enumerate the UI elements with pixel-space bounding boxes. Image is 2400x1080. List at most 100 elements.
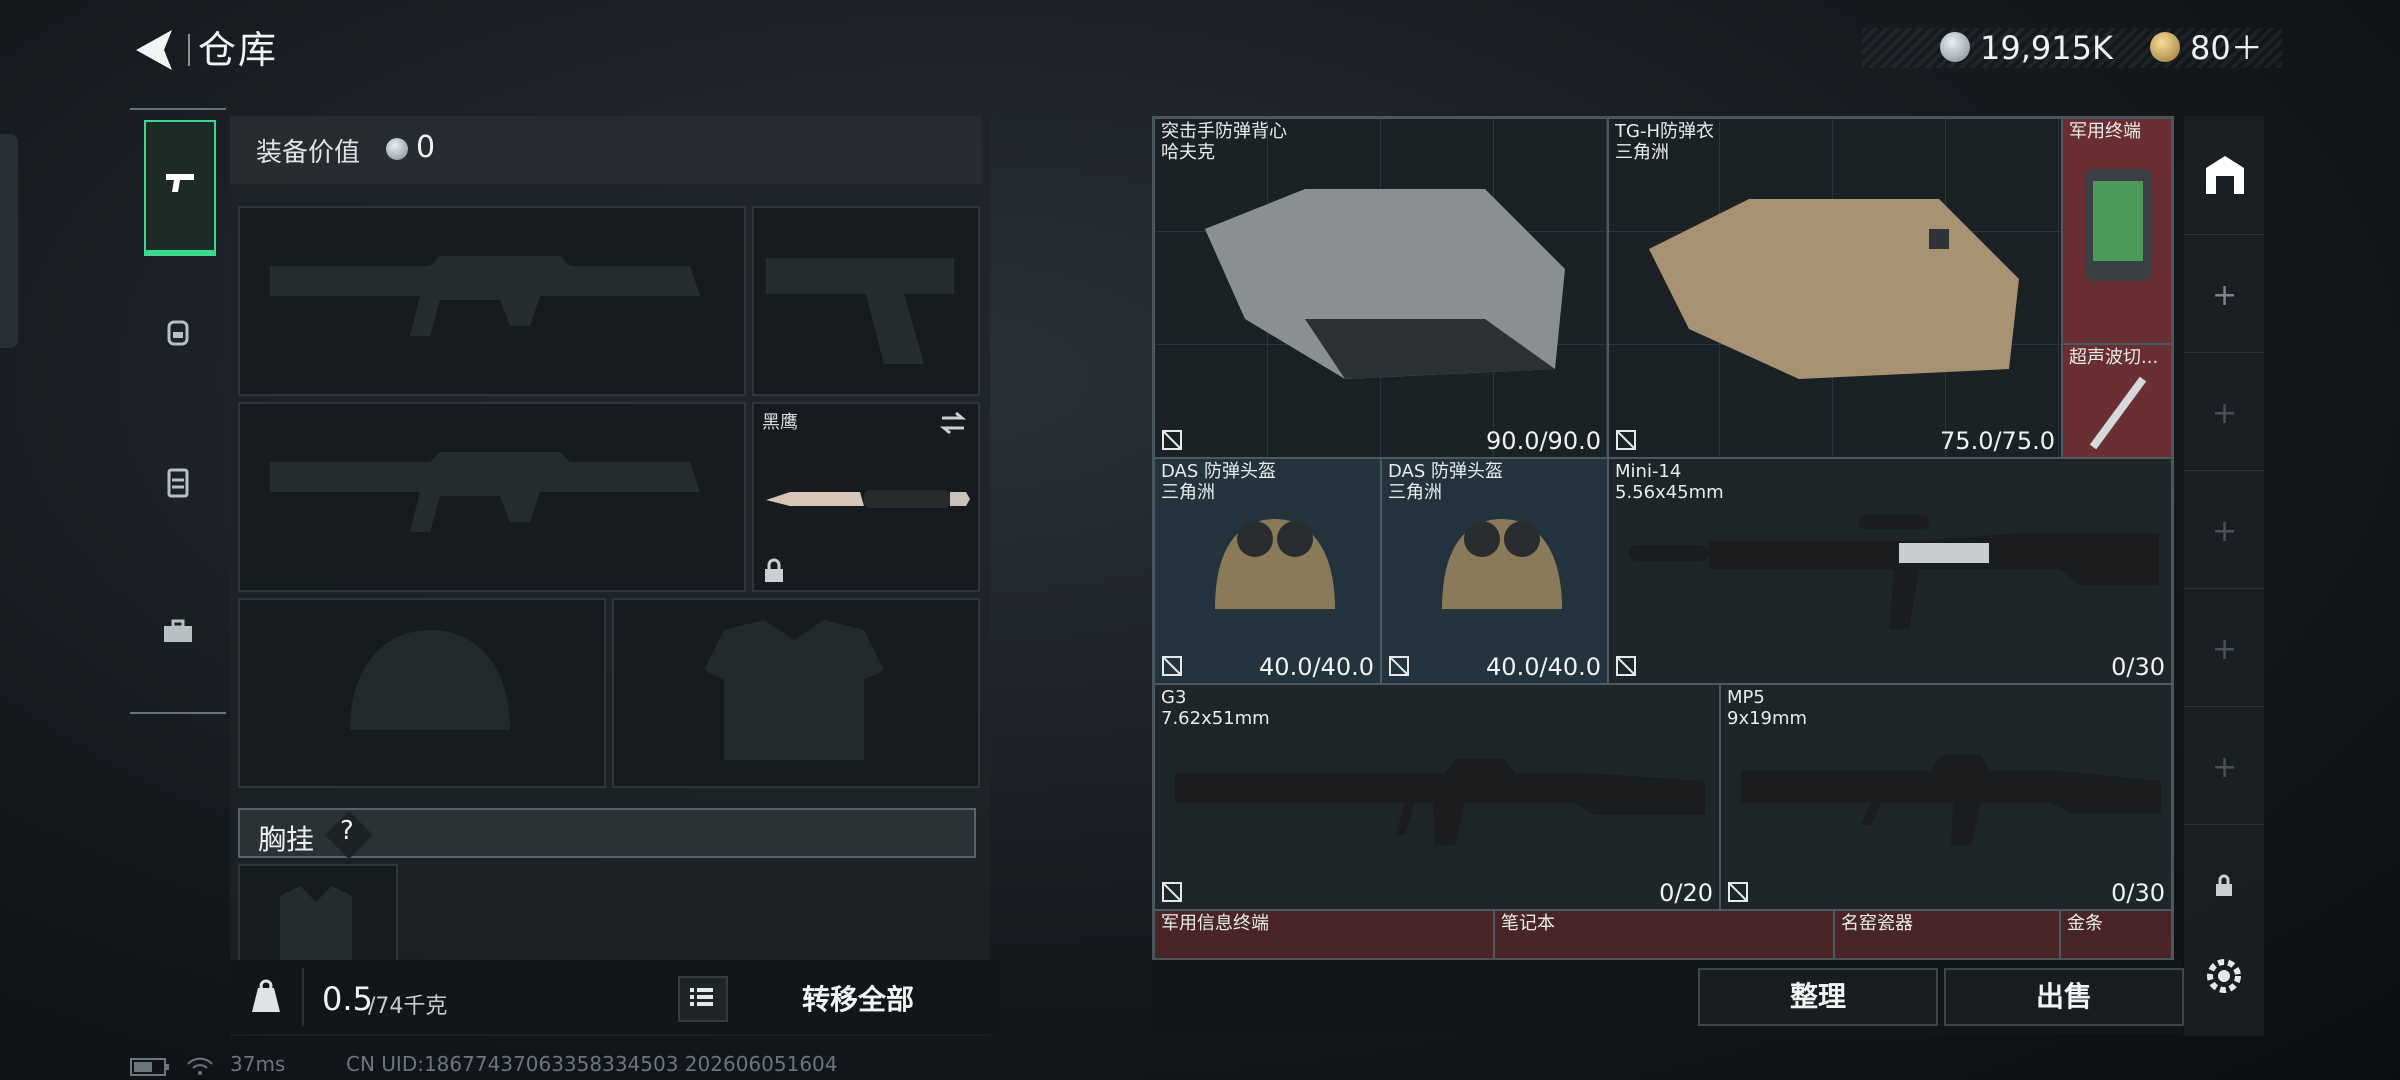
tab-weapons[interactable] — [144, 120, 216, 256]
storage-page-home[interactable] — [2184, 116, 2264, 235]
gold-amount[interactable]: 80＋ — [2190, 28, 2263, 68]
add-storage-page-button[interactable]: + — [2184, 588, 2264, 707]
storage-item-military-info-terminal[interactable]: 军用信息终端 — [1154, 910, 1494, 958]
silver-amount: 19,915K — [1980, 29, 2113, 67]
add-storage-page-button[interactable]: + — [2184, 234, 2264, 353]
plus-icon: + — [2212, 396, 2238, 431]
pistol-silhouette-icon — [766, 258, 954, 364]
organize-button[interactable]: 整理 — [1698, 968, 1938, 1026]
chest-rig-icon — [167, 468, 189, 498]
helmet-image — [1442, 519, 1562, 609]
storage-item-das-helmet[interactable]: DAS 防弹头盔 三角洲 40.0/40.0 — [1381, 458, 1608, 684]
sell-button[interactable]: 出售 — [1944, 968, 2184, 1026]
melee-slot[interactable]: 黑鹰 — [752, 402, 980, 592]
storage-item-tgh-armor[interactable]: TG-H防弹衣 三角洲 75.0/75.0 — [1608, 118, 2062, 458]
equipment-value-header: 装备价值 0 — [230, 116, 982, 184]
weight-current: 0.5 — [322, 980, 373, 1018]
helmet-image — [1215, 519, 1335, 609]
item-name: 军用终端 — [2069, 121, 2141, 142]
item-ammo: 0/30 — [2111, 653, 2165, 681]
add-storage-page-button[interactable]: + — [2184, 352, 2264, 471]
storage-item-military-terminal[interactable]: 军用终端 — [2062, 118, 2172, 344]
inventory-footer: 0.5 /74千克 转移全部 — [230, 960, 1000, 1034]
tab-backpack[interactable] — [144, 272, 212, 404]
helmet-silhouette-icon — [350, 630, 510, 730]
item-durability: 40.0/40.0 — [1259, 653, 1374, 681]
add-storage-page-button[interactable]: + — [2184, 470, 2264, 589]
item-durability: 40.0/40.0 — [1486, 653, 1601, 681]
equipment-value-label: 装备价值 — [256, 138, 361, 168]
helmet-slot[interactable] — [238, 598, 606, 788]
item-ammo: 0/20 — [1659, 879, 1713, 907]
item-name: G3 7.62x51mm — [1161, 687, 1270, 729]
plus-icon: + — [2212, 632, 2238, 667]
smg-image — [1741, 755, 2161, 845]
lock-storage-button[interactable] — [2184, 824, 2264, 942]
no-sell-icon — [1616, 656, 1636, 676]
vest-silhouette-icon — [704, 620, 884, 760]
wifi-icon — [187, 1057, 213, 1075]
list-view-button[interactable] — [678, 976, 728, 1022]
swap-icon[interactable] — [938, 410, 968, 436]
item-name: DAS 防弹头盔 三角洲 — [1388, 461, 1504, 503]
footer-divider — [302, 968, 304, 1026]
sidearm-slot[interactable] — [752, 206, 980, 396]
item-name: 名窑瓷器 — [1841, 913, 1913, 934]
weight-max: /74千克 — [368, 994, 448, 1019]
chest-rig-silhouette-icon — [280, 886, 352, 966]
battery-icon — [130, 1058, 169, 1076]
pistol-icon — [166, 174, 194, 192]
add-storage-page-button[interactable]: + — [2184, 706, 2264, 825]
rifle-image — [1629, 515, 2159, 629]
storage-item-notebook[interactable]: 笔记本 — [1494, 910, 1834, 958]
no-sell-icon — [1389, 656, 1409, 676]
help-icon[interactable]: ? — [340, 816, 354, 846]
no-sell-icon — [1162, 430, 1182, 450]
storage-item-porcelain[interactable]: 名窑瓷器 — [1834, 910, 2060, 958]
title-separator — [188, 34, 190, 66]
back-arrow-icon — [136, 30, 172, 70]
storage-item-gold-bar[interactable]: 金条 — [2060, 910, 2172, 958]
storage-grid: 突击手防弹背心 哈夫克 90.0/90.0 TG-H防弹衣 三角洲 75.0/7… — [1152, 116, 2174, 960]
item-ammo: 0/30 — [2111, 879, 2165, 907]
back-button[interactable] — [128, 22, 188, 78]
plus-icon: + — [2212, 278, 2238, 313]
secondary-weapon-slot[interactable] — [238, 402, 746, 592]
ping-value: 37ms — [230, 1052, 286, 1076]
storage-item-assault-vest[interactable]: 突击手防弹背心 哈夫克 90.0/90.0 — [1154, 118, 1608, 458]
knife-icon — [766, 490, 970, 508]
storage-item-mini14[interactable]: Mini-14 5.56x45mm 0/30 — [1608, 458, 2172, 684]
settings-button[interactable] — [2202, 954, 2246, 998]
storage-item-g3[interactable]: G3 7.62x51mm 0/20 — [1154, 684, 1720, 910]
silver-coin-icon — [386, 138, 408, 160]
terminal-image — [2085, 169, 2151, 281]
item-name: MP5 9x19mm — [1727, 687, 1808, 729]
equipment-value: 0 — [416, 130, 436, 165]
body-armor-slot[interactable] — [612, 598, 980, 788]
storage-item-mp5[interactable]: MP5 9x19mm 0/30 — [1720, 684, 2172, 910]
no-sell-icon — [1728, 882, 1748, 902]
tab-chest-rig[interactable] — [144, 422, 212, 554]
page-title: 仓库 — [198, 28, 279, 72]
tab-toolbox[interactable] — [144, 572, 212, 704]
no-sell-icon — [1162, 656, 1182, 676]
primary-weapon-slot[interactable] — [238, 206, 746, 396]
armor-image — [1649, 199, 2019, 379]
storage-footer: 整理 出售 — [1152, 960, 2184, 1034]
edge-handle — [0, 134, 18, 348]
plus-icon: + — [2212, 750, 2238, 785]
gold-coin-icon — [2150, 32, 2180, 62]
item-name: 军用信息终端 — [1161, 913, 1269, 934]
weight-icon — [252, 979, 280, 1012]
storage-page-strip: + + + + + — [2184, 116, 2264, 1036]
currency-bar: 19,915K 80＋ — [1862, 28, 2282, 68]
storage-item-das-helmet[interactable]: DAS 防弹头盔 三角洲 40.0/40.0 — [1154, 458, 1381, 684]
backpack-icon — [167, 320, 189, 346]
transfer-all-button[interactable]: 转移全部 — [802, 978, 914, 1018]
lock-icon — [765, 558, 783, 582]
storage-item-ultrasonic-cutter[interactable]: 超声波切... — [2062, 344, 2172, 458]
vest-image — [1205, 189, 1565, 379]
rifle-silhouette-icon — [270, 452, 700, 532]
equipment-panel: 装备价值 0 黑鹰 胸挂 ? — [230, 116, 990, 1036]
silver-coin-icon — [1940, 32, 1970, 62]
